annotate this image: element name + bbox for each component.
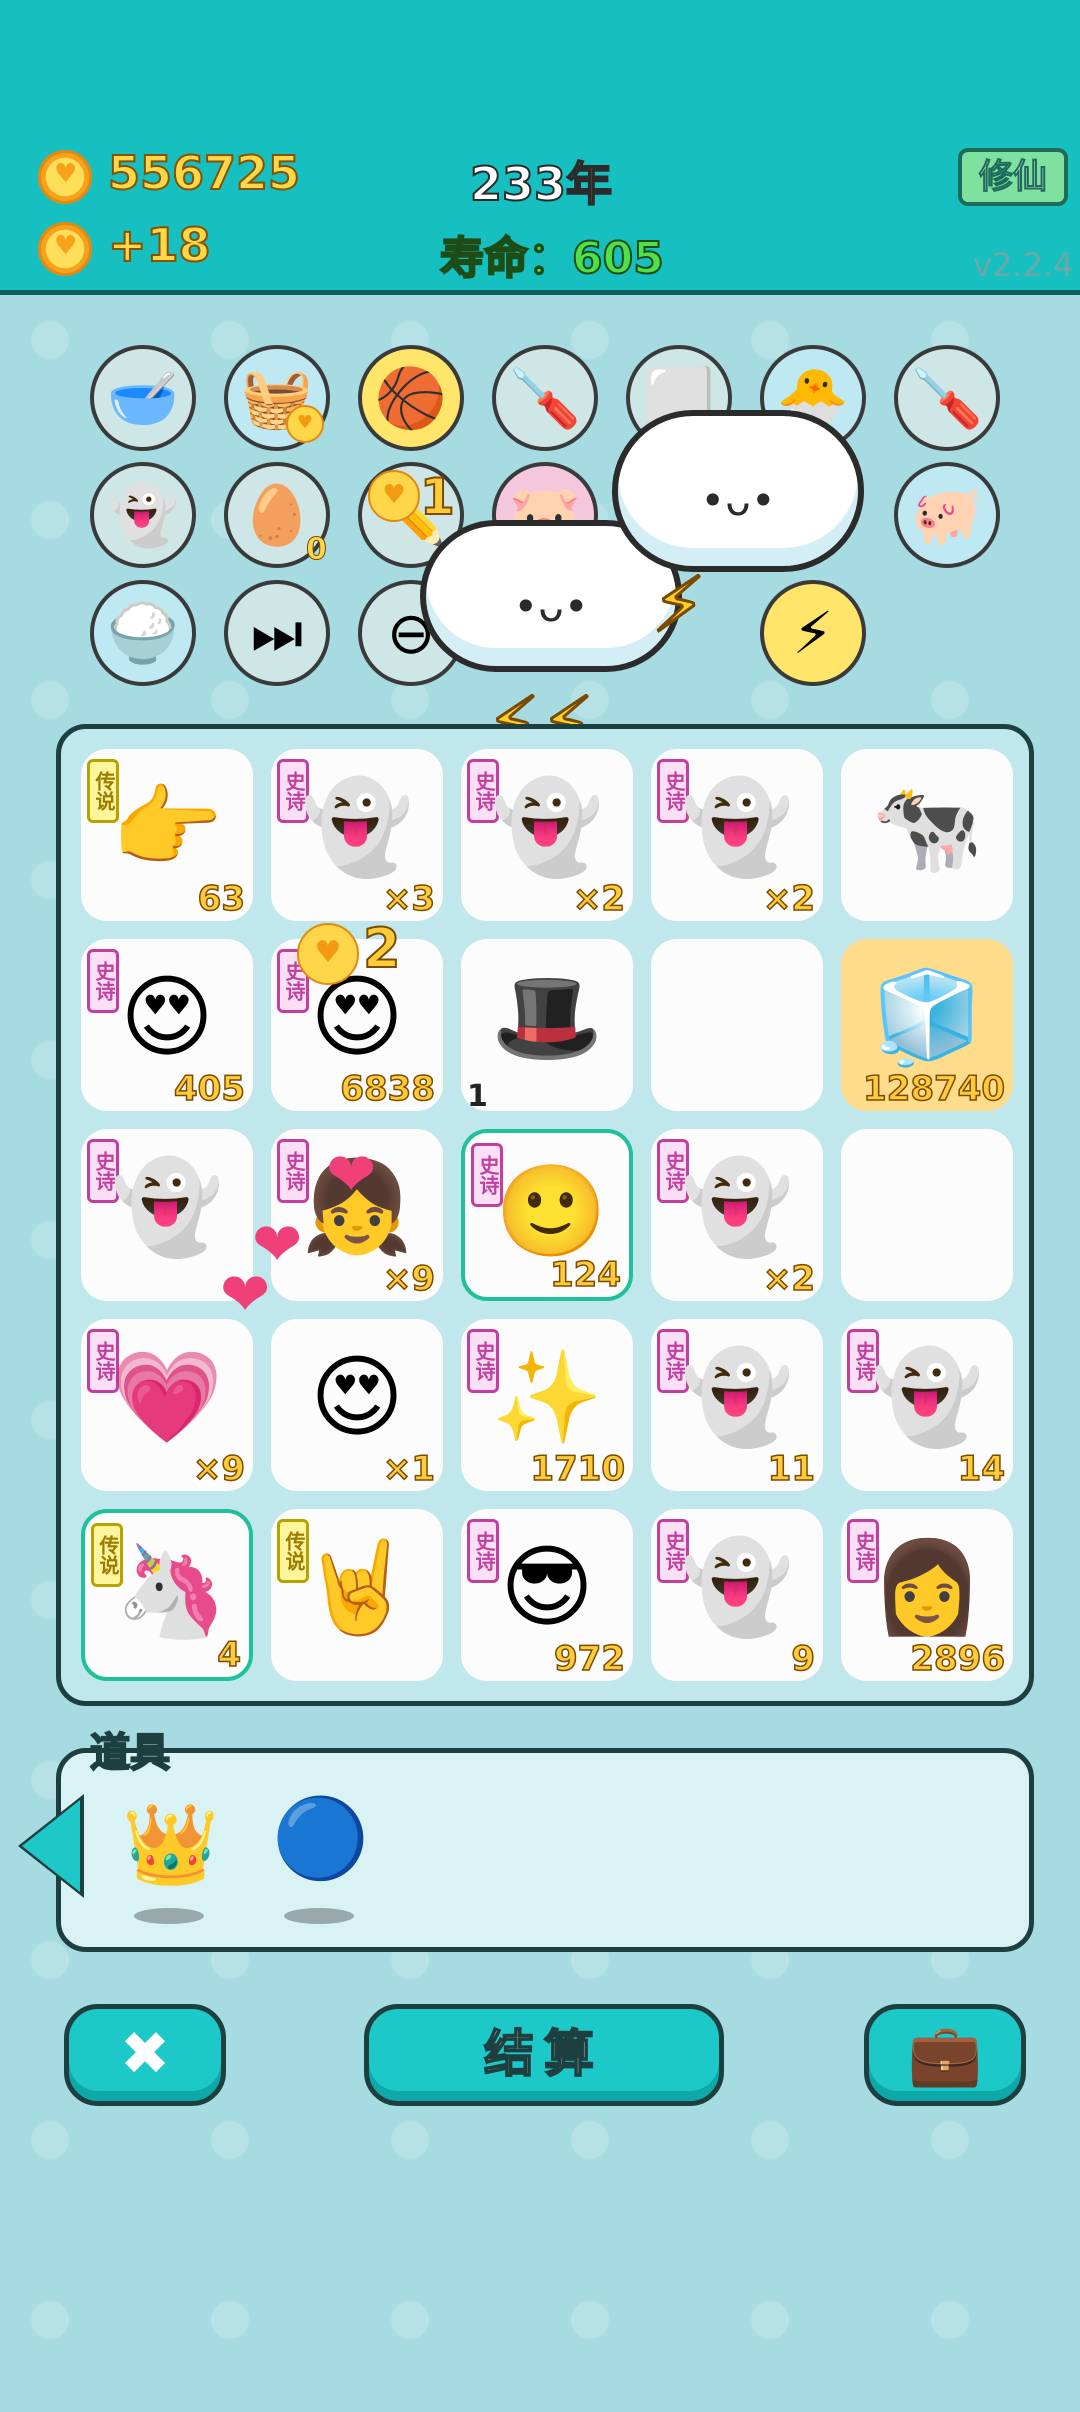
close-button[interactable]: ✖ — [64, 2004, 226, 2106]
board-tile[interactable]: 传说 👉 63 — [81, 749, 253, 921]
floating-coin-icon: ♥ — [297, 923, 359, 985]
ghost-heart-eyes-icon: 👻 — [870, 1345, 984, 1450]
board-tile[interactable]: 史诗 😍 6838 ♥ 2 — [271, 916, 443, 1111]
board-tile[interactable]: 😍 ×1 — [271, 1319, 443, 1491]
board-tile[interactable]: 史诗 👻 ×2 — [461, 749, 633, 921]
coin-rate-icon — [38, 222, 92, 276]
item-count-badge: 0 — [306, 532, 328, 568]
lifespan-display: 寿命：605 — [439, 232, 665, 285]
coin-icon — [38, 150, 92, 204]
board-tile[interactable]: 史诗 👻 14 — [841, 1319, 1013, 1491]
board-tile[interactable]: 🎩 1 — [461, 939, 633, 1114]
year-display: 233年 — [469, 156, 613, 212]
floating-coin-icon: ♥ — [368, 470, 420, 522]
heart-eyes-face-icon: 😍 — [310, 965, 404, 1070]
top-bar: 556725 +18 233年 寿命：605 修仙 v2.2.4 — [0, 0, 1080, 295]
close-icon: ✖ — [119, 2019, 171, 2089]
briefcase-button[interactable]: 💼 — [864, 2004, 1026, 2106]
floating-number: 2 — [362, 916, 402, 981]
lightning-icon[interactable]: ⚡ — [760, 580, 866, 686]
board-tile[interactable]: 史诗 🙂 124 — [461, 1129, 633, 1301]
board-tile[interactable]: 史诗 👩 2896 — [841, 1509, 1013, 1681]
board-tile[interactable]: 史诗 👻 9 — [651, 1509, 823, 1681]
board-tile[interactable]: 🐄 — [841, 749, 1013, 921]
board-tile[interactable]: 史诗 👻 11 — [651, 1319, 823, 1491]
hat-icon: 🎩 — [490, 965, 604, 1070]
unicorn-icon: 🦄 — [114, 1539, 228, 1644]
heart-eyes-face-icon: 😍 — [120, 965, 214, 1070]
basketballs-icon[interactable]: 🏀 — [358, 345, 464, 451]
piggy-bank-icon[interactable]: 🐖 — [894, 462, 1000, 568]
rice-bowl-icon[interactable]: 🍚 — [90, 580, 196, 686]
board-tile[interactable]: 传说 🤘 — [271, 1509, 443, 1681]
board-tile[interactable]: 史诗 💗 ×9 — [81, 1319, 253, 1491]
tools-title: 道具 — [89, 1729, 171, 1777]
heart-icon: ❤ — [326, 1140, 377, 1210]
stars-icon: ✨ — [490, 1345, 604, 1450]
board-tile[interactable] — [651, 939, 823, 1111]
coin-total: 556725 — [107, 145, 301, 201]
ghost-icon[interactable]: 👻 — [90, 462, 196, 568]
cloud-right-icon: •ᴗ• — [612, 410, 864, 572]
screwdriver-icon[interactable]: 🪛 — [894, 345, 1000, 451]
board-tile[interactable]: 传说 🦄 4 — [81, 1509, 253, 1681]
fridge-watermelon-icon: 🧊 — [870, 965, 984, 1070]
ghost-icon: 👻 — [490, 775, 604, 880]
board-tile[interactable]: 史诗 😎 972 — [461, 1509, 633, 1681]
face-icon: 🙂 — [494, 1159, 608, 1264]
version-label: v2.2.4 — [973, 246, 1074, 284]
board-tile[interactable]: 史诗 👻 ×3 — [271, 749, 443, 921]
briefcase-icon: 💼 — [907, 2020, 983, 2090]
sunglasses-face-icon: 😎 — [500, 1535, 594, 1640]
blue-ball-icon[interactable]: 🔵 — [272, 1794, 369, 1885]
board-tile[interactable]: 史诗 👻 ×2 — [651, 1129, 823, 1301]
cultivate-button[interactable]: 修仙 — [958, 148, 1068, 206]
game-board: 传说 👉 63 史诗 👻 ×3 史诗 👻 ×2 史诗 👻 ×2 🐄 史诗 😍 4… — [56, 724, 1034, 1706]
rock-hand-icon: 🤘 — [300, 1535, 414, 1640]
back-arrow-icon[interactable] — [22, 1800, 80, 1892]
heart-icon: ❤ — [252, 1210, 303, 1280]
floating-number: 1 — [419, 467, 456, 527]
ghost-icon: 👻 — [680, 775, 794, 880]
board-tile[interactable]: 史诗 😍 405 — [81, 939, 253, 1111]
ghost-icon: 👻 — [680, 1155, 794, 1260]
settle-button[interactable]: 结算 — [364, 2004, 724, 2106]
board-tile[interactable]: 🧊 128740 — [841, 939, 1013, 1111]
skip-icon[interactable]: ⏭ — [224, 580, 330, 686]
ghost-icon: 👻 — [300, 775, 414, 880]
crown-icon[interactable]: 👑 — [122, 1800, 219, 1891]
dog-food-bowl-icon[interactable]: 🥣 — [90, 345, 196, 451]
cow-icon: 🐄 — [870, 775, 984, 880]
floating-number: 1 — [467, 1079, 488, 1114]
board-tile[interactable]: 史诗 👻 ×2 — [651, 749, 823, 921]
board-tile[interactable] — [841, 1129, 1013, 1301]
ghost-heart-eyes-icon: 👻 — [680, 1345, 794, 1450]
girl-braids-icon: 👩 — [870, 1535, 984, 1640]
bald-heart-eyes-icon: 😍 — [310, 1345, 404, 1450]
ghost-heart-icon: 💗 — [110, 1345, 224, 1450]
ghost-icon: 👻 — [680, 1535, 794, 1640]
board-tile[interactable]: 史诗 ✨ 1710 — [461, 1319, 633, 1491]
coin-badge-icon: ♥ — [286, 405, 324, 443]
lightning-bolt-icon: ⚡ — [650, 559, 706, 651]
screwdriver-icon[interactable]: 🪛 — [492, 345, 598, 451]
ghost-heart-eyes-icon: 👻 — [110, 1155, 224, 1260]
pointing-hand-crown-icon: 👉 — [110, 775, 224, 880]
coin-rate: +18 — [107, 217, 212, 273]
